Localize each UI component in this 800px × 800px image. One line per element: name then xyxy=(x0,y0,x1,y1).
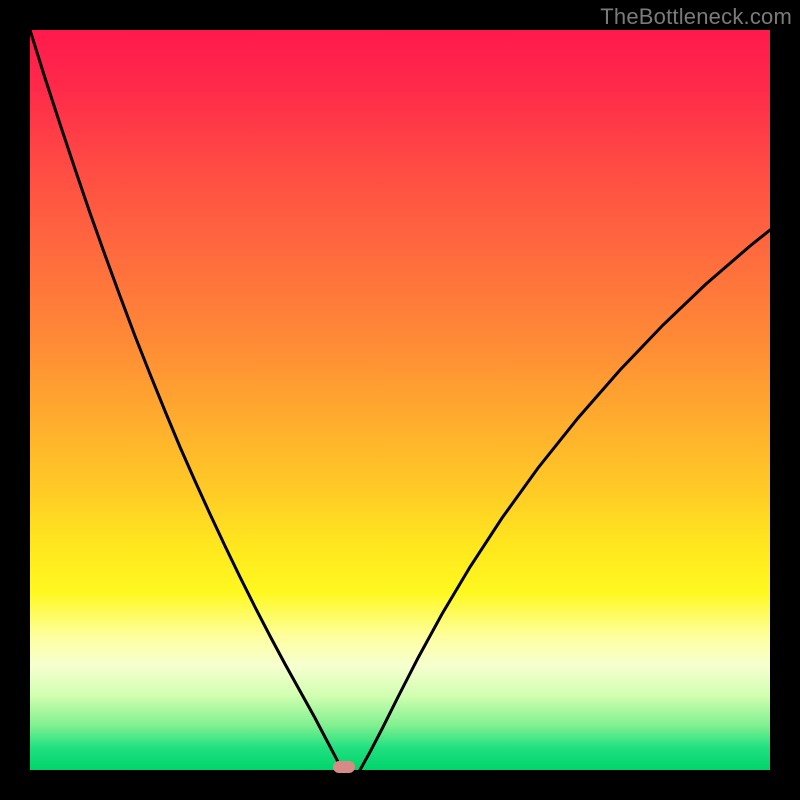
left-curve-path xyxy=(30,30,342,770)
min-marker xyxy=(333,761,355,773)
right-curve-path xyxy=(360,230,770,770)
plot-area xyxy=(30,30,770,770)
watermark-label: TheBottleneck.com xyxy=(600,4,792,30)
curve-svg xyxy=(30,30,770,770)
chart-frame: TheBottleneck.com xyxy=(0,0,800,800)
